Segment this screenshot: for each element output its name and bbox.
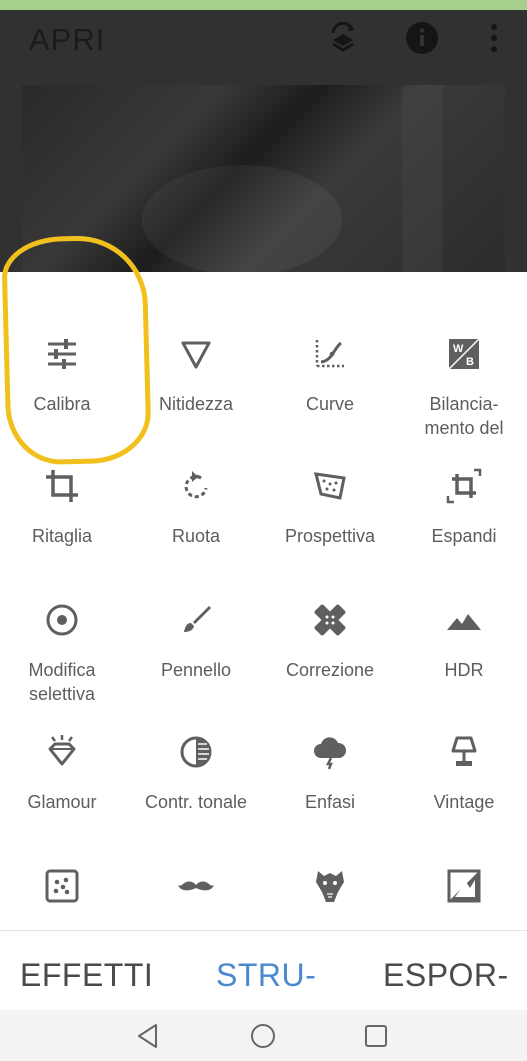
info-icon[interactable] xyxy=(404,20,440,56)
tune-sliders-icon xyxy=(48,339,76,369)
curves-icon xyxy=(315,340,344,368)
layers-undo-icon[interactable] xyxy=(325,20,361,56)
tools-grid: Calibra Nitidezza Curve W B Bilancia- me… xyxy=(0,272,527,930)
mustache-icon xyxy=(178,881,214,891)
hdr-mountains-icon xyxy=(447,614,481,630)
crop-icon xyxy=(46,470,78,502)
grainy-film-icon xyxy=(45,869,79,903)
tonal-contrast-icon xyxy=(180,736,212,768)
app-bar: APRI xyxy=(0,10,527,66)
face-mask-icon xyxy=(316,871,344,902)
tab-strumenti[interactable]: STRU- xyxy=(216,957,316,994)
system-nav-bar xyxy=(0,1010,527,1061)
healing-bandage-icon xyxy=(314,604,346,636)
recents-icon[interactable] xyxy=(362,1022,390,1050)
tab-esporta[interactable]: ESPOR- xyxy=(383,957,509,994)
open-button[interactable]: APRI xyxy=(29,22,105,58)
expand-icon xyxy=(446,468,482,504)
perspective-icon xyxy=(314,472,346,500)
svg-text:B: B xyxy=(466,356,474,368)
bottom-tabs: EFFETTI STRU- ESPOR- xyxy=(0,930,527,1010)
svg-text:W: W xyxy=(453,343,464,355)
photo-preview[interactable] xyxy=(22,85,505,272)
vintage-lamp-icon xyxy=(451,736,477,766)
rotate-icon xyxy=(184,471,208,499)
drama-cloud-icon xyxy=(314,737,347,770)
white-balance-icon: W B xyxy=(448,338,480,370)
status-bar xyxy=(0,0,527,10)
sharpen-triangle-icon xyxy=(181,341,211,369)
frame-icon xyxy=(447,869,481,903)
back-icon[interactable] xyxy=(134,1022,162,1050)
brush-icon xyxy=(184,606,211,632)
home-icon[interactable] xyxy=(249,1022,277,1050)
more-vert-icon[interactable] xyxy=(476,20,512,56)
selective-target-icon xyxy=(46,604,78,636)
glamour-diamond-icon xyxy=(48,735,76,766)
tab-effetti[interactable]: EFFETTI xyxy=(20,957,153,994)
